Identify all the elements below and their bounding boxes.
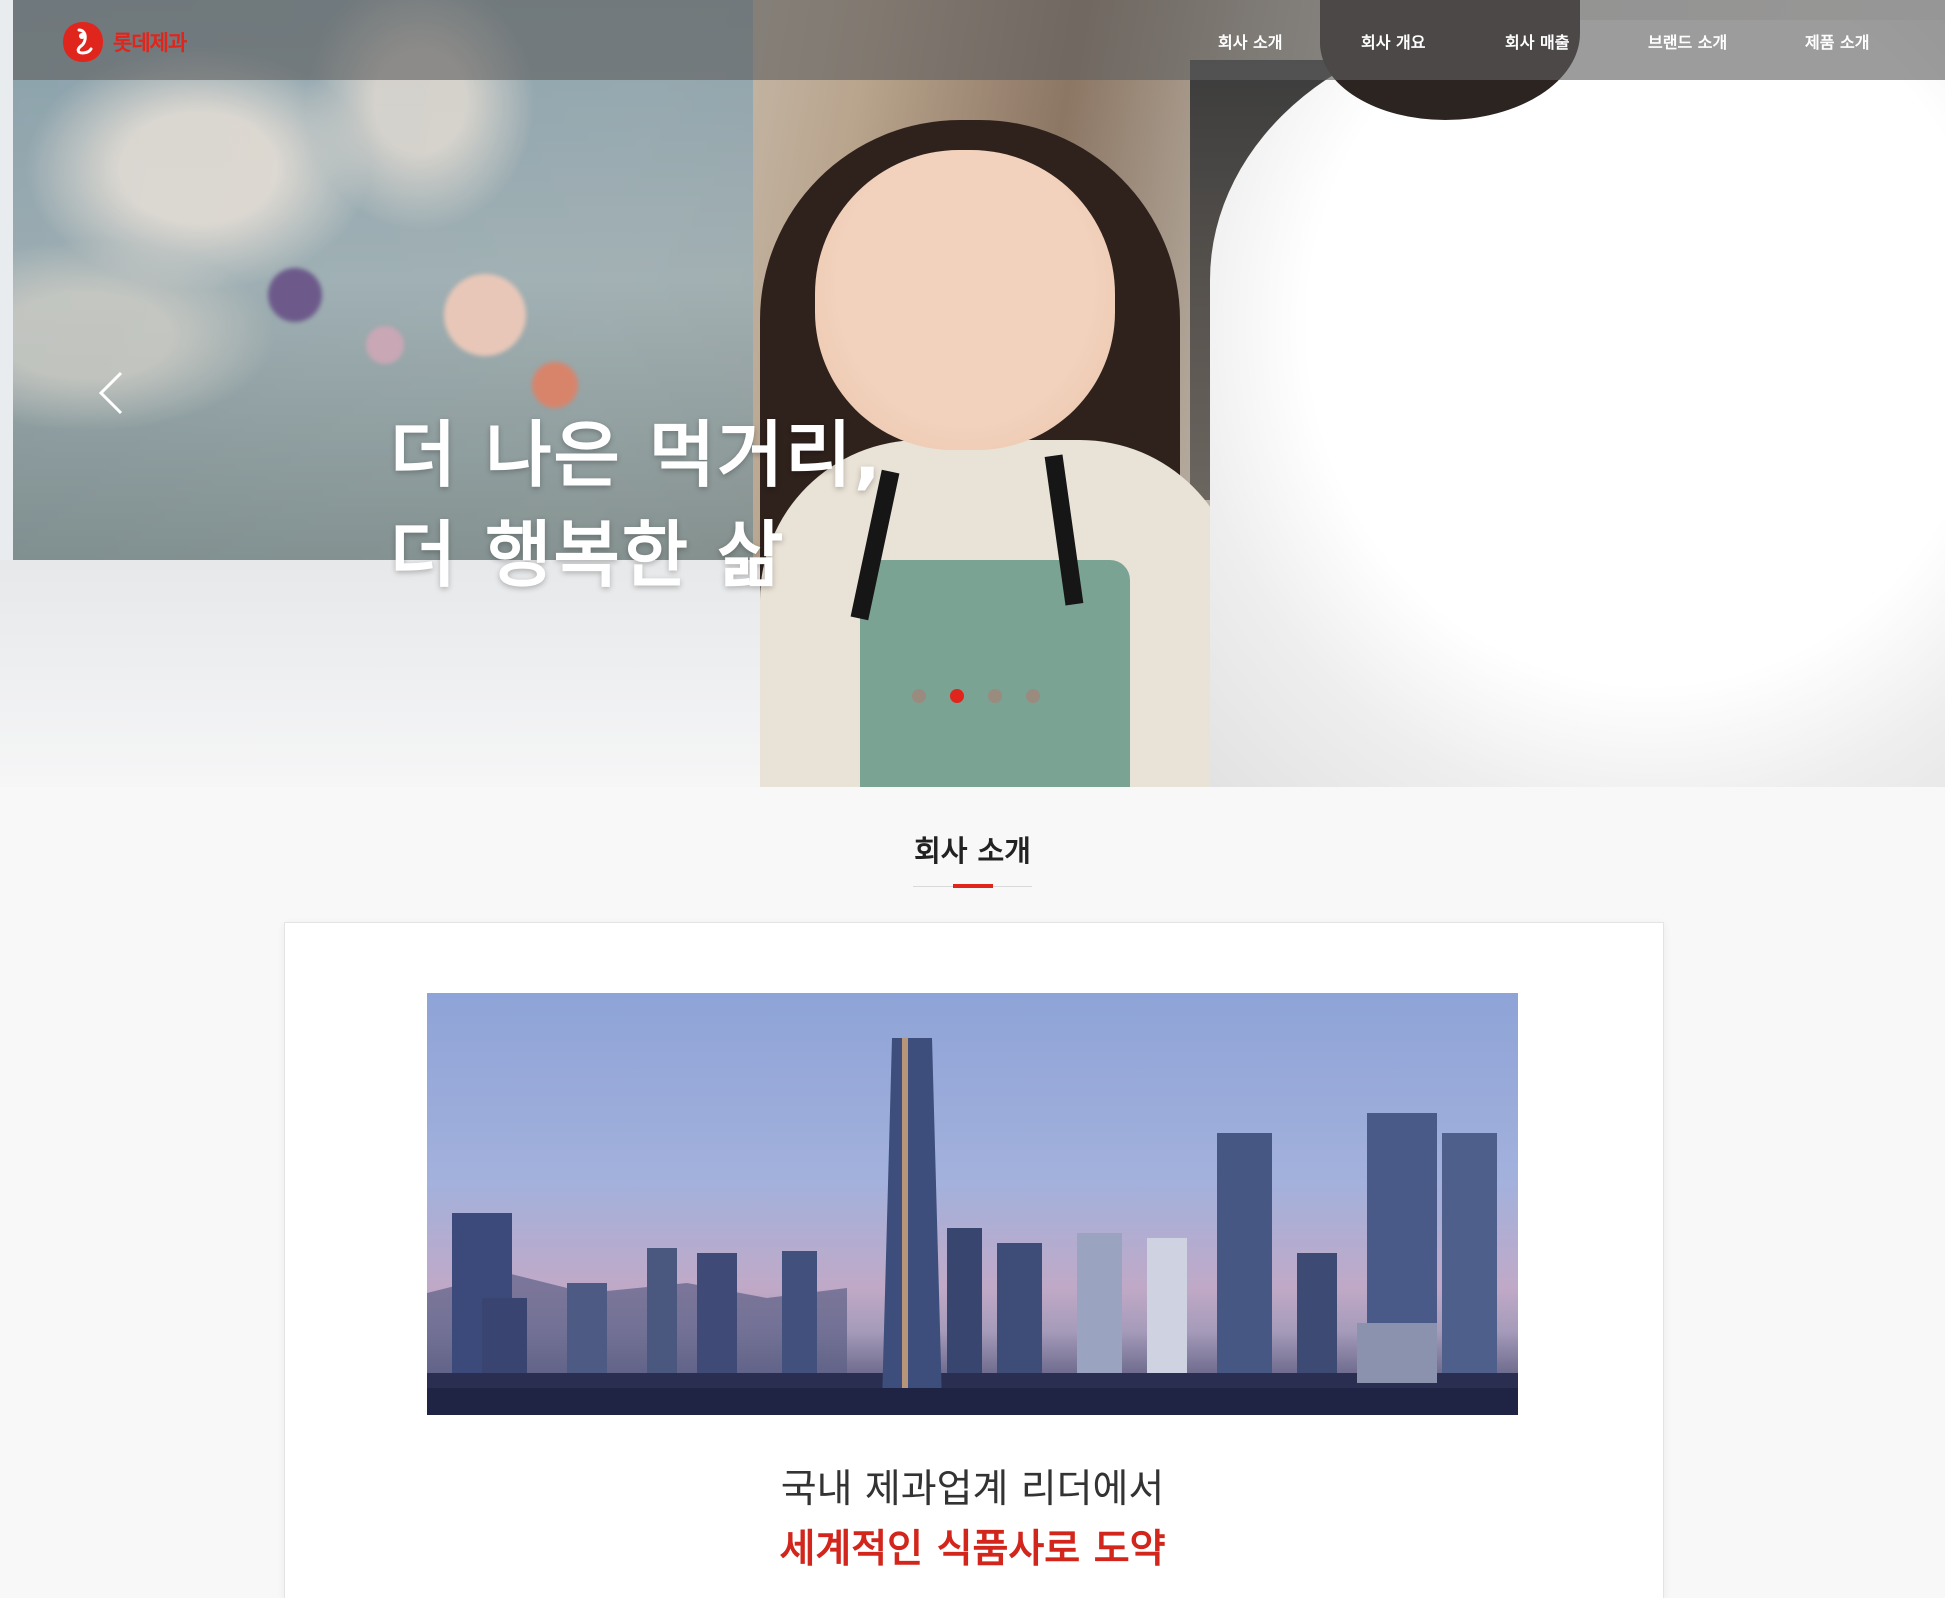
carousel-dot[interactable] bbox=[988, 689, 1002, 703]
intro-line2: 세계적인 식품사로 도약 bbox=[779, 1527, 1166, 1572]
hero-headline-line2: 더 행복한 삶 bbox=[390, 513, 786, 597]
brand-logo-text: 롯데제과 bbox=[113, 31, 187, 55]
hero-photo-apron bbox=[860, 560, 1130, 787]
hero-headline-line1: 더 나은 먹거리, bbox=[390, 413, 883, 497]
section-title-accent bbox=[953, 884, 993, 888]
hero-photo-flowers bbox=[235, 255, 625, 425]
carousel-next-button[interactable] bbox=[1810, 368, 1860, 418]
carousel-dot[interactable] bbox=[912, 689, 926, 703]
section-title: 회사 소개 bbox=[914, 834, 1031, 868]
intro-line1: 국내 제과업계 리더에서 bbox=[780, 1467, 1165, 1512]
nav-item-product-intro[interactable]: 제품 소개 bbox=[1805, 29, 1869, 53]
chevron-right-icon bbox=[1825, 371, 1850, 415]
top-navbar: 롯데제과 회사 소개 회사 개요 회사 매출 브랜드 소개 제품 소개 bbox=[13, 0, 1945, 80]
nav-item-company-sales[interactable]: 회사 매출 bbox=[1505, 29, 1569, 53]
city-skyline-image bbox=[427, 993, 1518, 1415]
hero-headline: 더 나은 먹거리, 더 행복한 삶 bbox=[390, 405, 883, 605]
carousel-dot-active[interactable] bbox=[950, 689, 964, 703]
carousel-dot[interactable] bbox=[1026, 689, 1040, 703]
nav-item-company-intro[interactable]: 회사 소개 bbox=[1218, 29, 1282, 53]
chevron-left-icon bbox=[98, 371, 123, 415]
skyline-graphic bbox=[427, 1038, 1518, 1415]
hero-carousel: 더 나은 먹거리, 더 행복한 삶 bbox=[0, 0, 1945, 787]
carousel-pagination bbox=[912, 689, 1040, 703]
carousel-prev-button[interactable] bbox=[88, 368, 138, 418]
nav-item-company-overview[interactable]: 회사 개요 bbox=[1361, 29, 1425, 53]
nav-item-brand-intro[interactable]: 브랜드 소개 bbox=[1648, 29, 1727, 53]
lotte-logo-icon bbox=[63, 22, 103, 62]
brand-logo[interactable]: 롯데제과 bbox=[61, 20, 187, 64]
